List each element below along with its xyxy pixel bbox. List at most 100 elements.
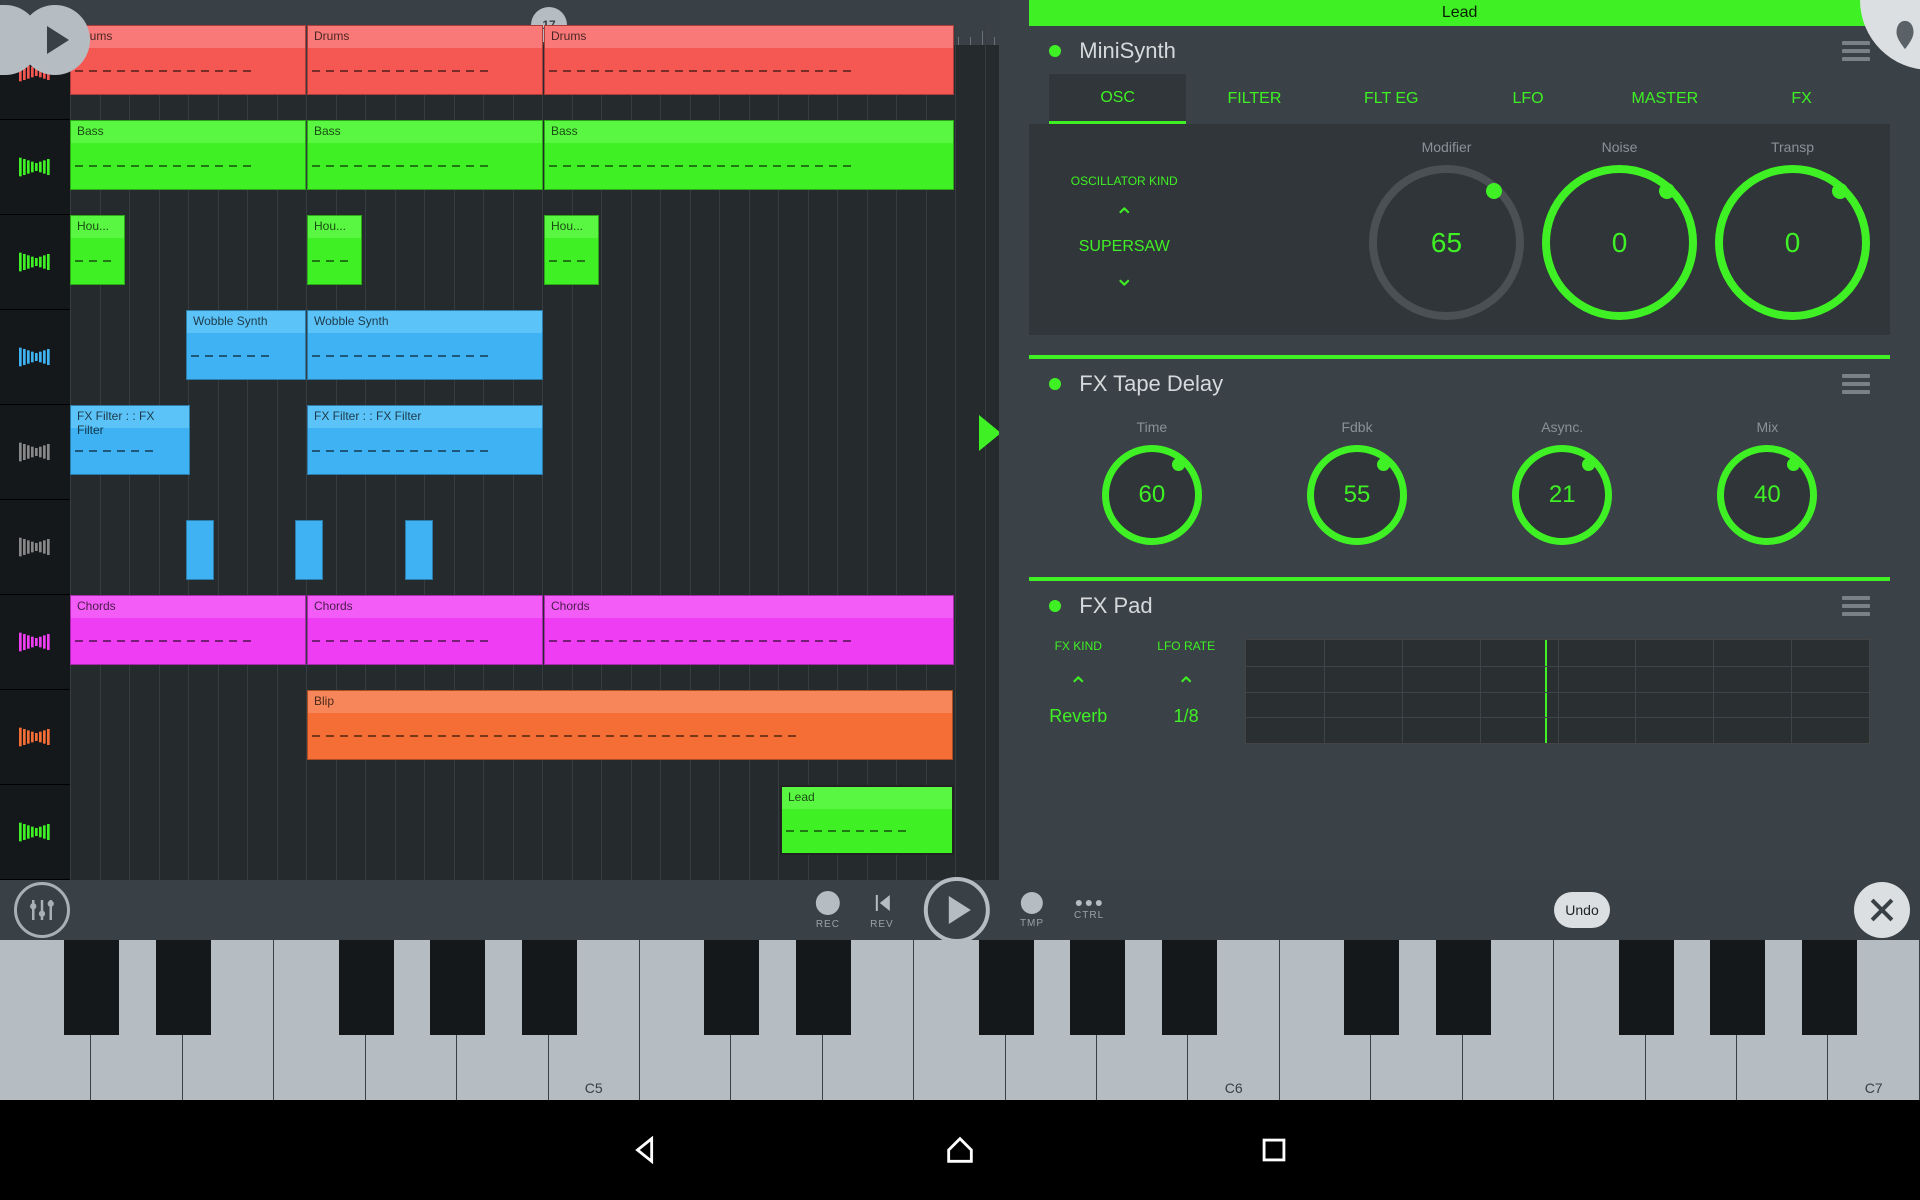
more-icon (1076, 900, 1102, 906)
clip[interactable]: Blip (307, 690, 953, 760)
module-fx-pad: FX Pad FX KIND ⌃ Reverb LFO RATE (1029, 581, 1890, 764)
track-icon-6[interactable] (0, 595, 70, 690)
tab-osc[interactable]: OSC (1049, 74, 1186, 124)
black-key[interactable] (64, 940, 119, 1035)
module-title: FX Pad (1079, 593, 1152, 619)
black-key[interactable] (979, 940, 1034, 1035)
module-enable-led[interactable] (1049, 378, 1061, 390)
back-button[interactable] (629, 1133, 663, 1167)
fx-pad-grid[interactable] (1245, 639, 1870, 744)
clock-icon (1021, 892, 1043, 914)
knob-async.[interactable]: 21 (1512, 445, 1612, 545)
panel-expand-arrow-icon[interactable] (979, 415, 999, 451)
record-icon (816, 891, 840, 915)
module-title: FX Tape Delay (1079, 371, 1223, 397)
clip[interactable]: Drums (544, 25, 954, 95)
mixer-button[interactable] (14, 882, 70, 938)
knob-modifier[interactable]: 65 (1369, 165, 1524, 320)
clip[interactable]: Lead (780, 785, 954, 855)
ruler[interactable]: 17 (0, 0, 999, 25)
clip[interactable]: Bass (307, 120, 543, 190)
module-enable-led[interactable] (1049, 600, 1061, 612)
knob-transp[interactable]: 0 (1715, 165, 1870, 320)
module-menu-icon[interactable] (1842, 374, 1870, 394)
track-icon-column (0, 25, 70, 880)
tab-master[interactable]: MASTER (1596, 74, 1733, 124)
up-arrow-icon[interactable]: ⌃ (1068, 677, 1088, 696)
clip[interactable]: Drums (307, 25, 543, 95)
track-icon-2[interactable] (0, 215, 70, 310)
track-icon-3[interactable] (0, 310, 70, 405)
clip[interactable]: Wobble Synth (186, 310, 306, 380)
android-nav-bar (0, 1100, 1920, 1200)
recents-button[interactable] (1257, 1133, 1291, 1167)
track-icon-1[interactable] (0, 120, 70, 215)
undo-button[interactable]: Undo (1554, 892, 1610, 928)
black-key[interactable] (522, 940, 577, 1035)
clip[interactable] (405, 520, 433, 580)
transport-bar: REC REV TMP CTRL Undo (0, 880, 1920, 940)
module-menu-icon[interactable] (1842, 41, 1870, 61)
module-minisynth: MiniSynth OSCFILTERFLT EGLFOMASTERFX OSC… (1029, 26, 1890, 359)
close-button[interactable] (1854, 882, 1910, 938)
black-key[interactable] (430, 940, 485, 1035)
module-menu-icon[interactable] (1842, 596, 1870, 616)
black-key[interactable] (1619, 940, 1674, 1035)
ctrl-button[interactable]: CTRL (1074, 900, 1104, 921)
synth-tabs: OSCFILTERFLT EGLFOMASTERFX (1049, 74, 1870, 124)
osc-kind-selector[interactable]: OSCILLATOR KIND ⌃ SUPERSAW ⌃ (1049, 174, 1199, 284)
clip[interactable]: Chords (70, 595, 306, 665)
arrangement-grid[interactable]: DrumsDrumsDrumsBassBassBassHou...Hou...H… (70, 25, 999, 880)
clip[interactable] (295, 520, 323, 580)
module-enable-led[interactable] (1049, 45, 1061, 57)
knob-fdbk[interactable]: 55 (1307, 445, 1407, 545)
osc-down-arrow-icon[interactable]: ⌃ (1114, 266, 1134, 285)
clip[interactable]: FX Filter : : FX Filter (70, 405, 190, 475)
tab-flt eg[interactable]: FLT EG (1323, 74, 1460, 124)
rewind-button[interactable]: REV (870, 891, 894, 930)
black-key[interactable] (1162, 940, 1217, 1035)
home-button[interactable] (943, 1133, 977, 1167)
track-icon-5[interactable] (0, 500, 70, 595)
clip[interactable]: Chords (307, 595, 543, 665)
track-icon-8[interactable] (0, 785, 70, 880)
clip[interactable]: Drums (70, 25, 306, 95)
clip[interactable]: Bass (544, 120, 954, 190)
clip[interactable] (186, 520, 214, 580)
knob-noise[interactable]: 0 (1542, 165, 1697, 320)
tempo-button[interactable]: TMP (1020, 892, 1044, 929)
tab-lfo[interactable]: LFO (1460, 74, 1597, 124)
black-key[interactable] (1436, 940, 1491, 1035)
tab-fx[interactable]: FX (1733, 74, 1870, 124)
clip[interactable]: Hou... (70, 215, 125, 285)
record-button[interactable]: REC (816, 891, 840, 930)
black-key[interactable] (1802, 940, 1857, 1035)
piano-keyboard[interactable]: C5C6C7 (0, 940, 1920, 1100)
fx-kind-selector[interactable]: FX KIND ⌃ Reverb (1049, 639, 1107, 737)
knob-mix[interactable]: 40 (1717, 445, 1817, 545)
black-key[interactable] (339, 940, 394, 1035)
black-key[interactable] (796, 940, 851, 1035)
black-key[interactable] (1710, 940, 1765, 1035)
module-tape-delay: FX Tape Delay Time60Fdbk55Async.21Mix40 (1029, 359, 1890, 581)
track-icon-7[interactable] (0, 690, 70, 785)
black-key[interactable] (1344, 940, 1399, 1035)
black-key[interactable] (704, 940, 759, 1035)
black-key[interactable] (1070, 940, 1125, 1035)
tab-filter[interactable]: FILTER (1186, 74, 1323, 124)
clip[interactable]: Chords (544, 595, 954, 665)
clip[interactable]: FX Filter : : FX Filter (307, 405, 543, 475)
instrument-panel: Lead MiniSynth OSCFILTERFLT EGLFOMASTERF… (999, 0, 1920, 880)
clip[interactable]: Hou... (544, 215, 599, 285)
up-arrow-icon[interactable]: ⌃ (1176, 677, 1196, 696)
osc-up-arrow-icon[interactable]: ⌃ (1114, 208, 1134, 227)
clip[interactable]: Wobble Synth (307, 310, 543, 380)
play-button-top[interactable] (20, 5, 90, 75)
play-button[interactable] (924, 877, 990, 943)
knob-time[interactable]: 60 (1102, 445, 1202, 545)
clip[interactable]: Hou... (307, 215, 362, 285)
clip[interactable]: Bass (70, 120, 306, 190)
black-key[interactable] (156, 940, 211, 1035)
lfo-rate-selector[interactable]: LFO RATE ⌃ 1/8 (1157, 639, 1215, 737)
track-icon-4[interactable] (0, 405, 70, 500)
